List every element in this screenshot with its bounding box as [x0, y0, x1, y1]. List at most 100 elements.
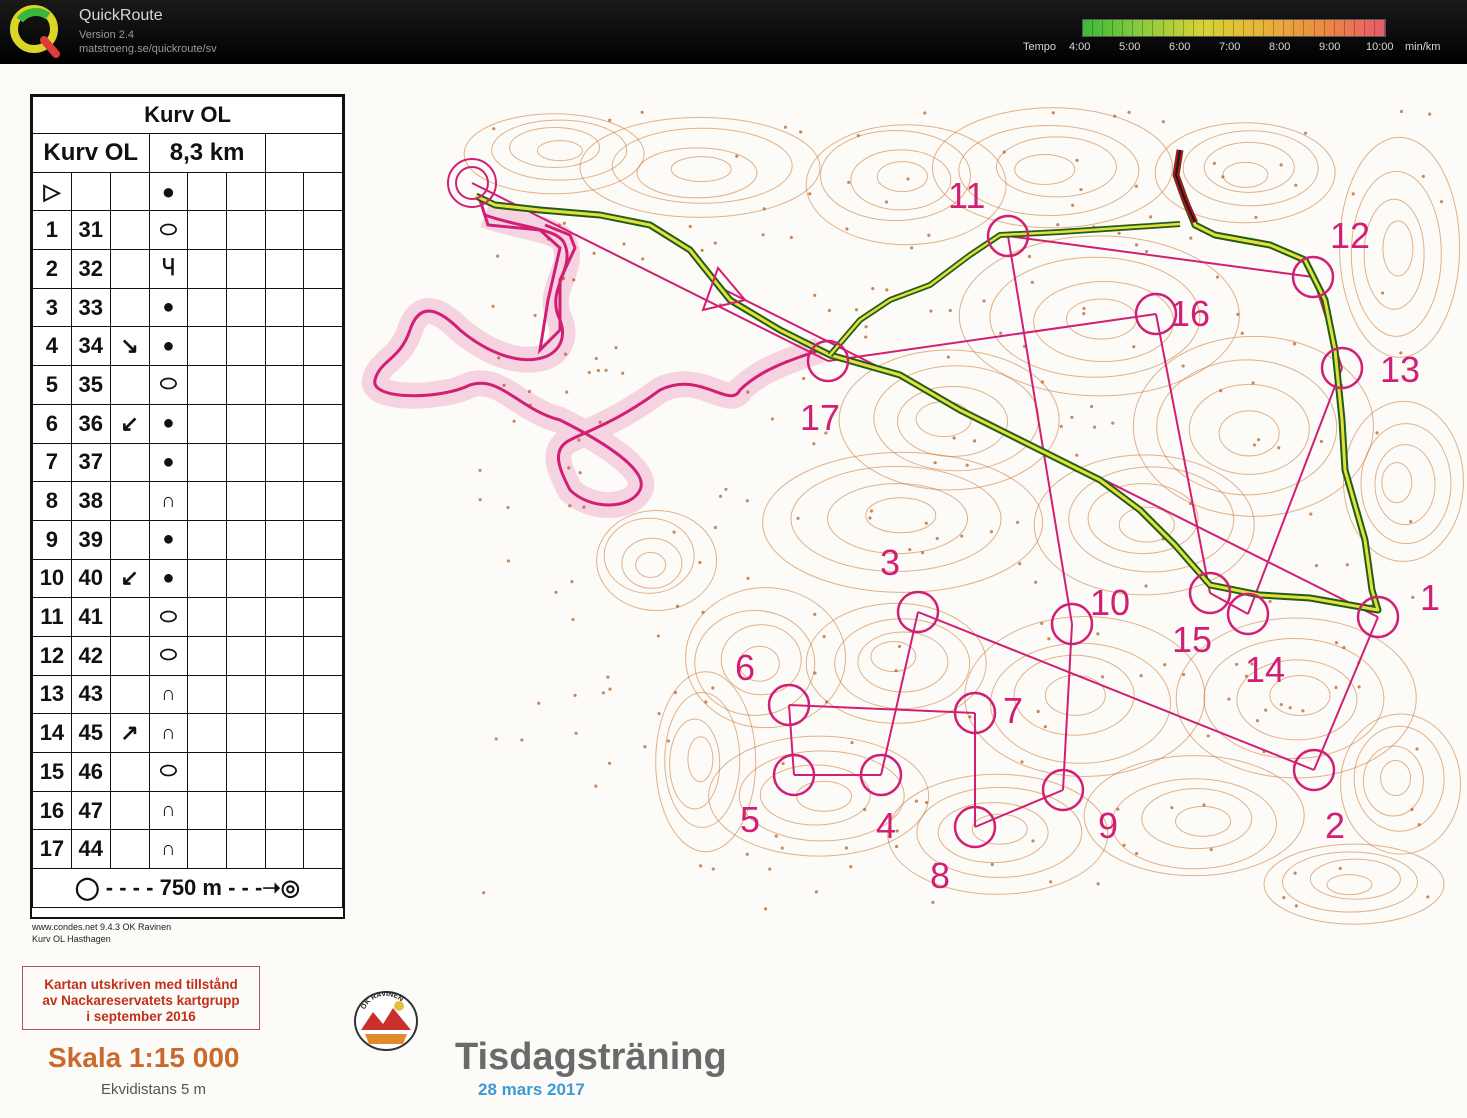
tempo-bar-cell	[1355, 20, 1365, 36]
boulder-dot	[520, 738, 524, 742]
boulder-dot	[948, 308, 952, 313]
legend-cell	[264, 365, 305, 405]
legend-cell	[226, 674, 266, 715]
boulder-dot	[1264, 708, 1268, 712]
tempo-bar-cell	[1304, 20, 1315, 36]
quickroute-logo-icon	[10, 5, 60, 58]
legend-cell	[303, 249, 343, 289]
boulder-dot	[982, 299, 986, 303]
legend-direction-icon	[109, 829, 150, 870]
legend-cell	[187, 752, 227, 792]
legend-control-code: 44	[70, 829, 111, 870]
legend-control-code: 39	[70, 519, 111, 560]
legend-row: 5 35 ⬭	[32, 365, 343, 405]
legend-cell	[187, 365, 227, 405]
permission-notice: Kartan utskriven med tillstånd av Nackar…	[22, 966, 260, 1030]
boulder-dot	[494, 737, 498, 741]
contour-line	[670, 156, 732, 183]
boulder-dot	[713, 525, 718, 530]
app-name: QuickRoute	[79, 7, 163, 24]
boulder-dot	[1071, 203, 1075, 207]
contour-line	[636, 147, 758, 199]
boulder-dot	[496, 254, 500, 258]
boulder-dot	[780, 846, 784, 850]
tempo-tick: 9:00	[1319, 41, 1341, 53]
boulder-dot	[570, 580, 574, 584]
legend-feature-knoll-icon: ∩	[148, 790, 189, 831]
legend-control-number: 5	[32, 365, 72, 405]
legend-feature-ellipse-icon: ⬭	[148, 597, 189, 637]
legend-control-code: 38	[70, 481, 111, 521]
control-number-10: 10	[1090, 582, 1130, 623]
boulder-dot	[1043, 725, 1047, 729]
contour-line	[1363, 198, 1425, 310]
boulder-dot	[1181, 364, 1185, 368]
boulder-dot	[960, 534, 964, 538]
legend-feature-ellipse-icon: ⬭	[148, 210, 189, 251]
boulder-dot	[1268, 599, 1272, 604]
contour-line	[958, 125, 1140, 217]
boulder-dot	[906, 177, 910, 181]
contour-line	[876, 161, 928, 193]
contour-line	[536, 140, 583, 162]
boulder-dot	[621, 371, 625, 375]
boulder-dot	[1279, 702, 1283, 707]
contour-line	[596, 510, 718, 612]
boulder-dot	[799, 130, 803, 134]
boulder-dot	[1040, 380, 1045, 384]
contour-line	[1340, 713, 1462, 855]
legend-row: 12 42 ⬭	[32, 635, 343, 676]
contour-line	[687, 736, 714, 783]
contour-line	[850, 149, 952, 211]
legend-cell	[187, 674, 227, 715]
event-date: 28 mars 2017	[478, 1080, 585, 1099]
boulder-dot	[1111, 421, 1115, 425]
boulder-dot	[601, 691, 606, 695]
boulder-dot	[672, 530, 676, 534]
control-number-1: 1	[1420, 577, 1440, 618]
boulder-dot	[698, 864, 703, 868]
tempo-bar-cell	[1254, 20, 1265, 36]
boulder-dot	[812, 442, 816, 446]
tempo-bar-cell	[1184, 20, 1194, 36]
boulder-dot	[641, 257, 645, 261]
legend-finish-distance: 750 m	[159, 874, 222, 900]
boulder-dot	[1002, 150, 1006, 154]
boulder-dot	[565, 390, 569, 394]
legend-cell	[303, 597, 343, 637]
legend-course-name: Kurv OL	[32, 133, 150, 173]
boulder-dot	[735, 154, 739, 158]
boulder-dot	[989, 530, 994, 534]
boulder-dot	[1334, 685, 1338, 690]
boulder-dot	[914, 799, 919, 803]
boulder-dot	[1319, 439, 1324, 443]
tempo-bar-cell	[1204, 20, 1214, 36]
tempo-bar-cell	[1174, 20, 1184, 36]
legend-course-length: 8,3 km	[148, 133, 266, 173]
boulder-dot	[764, 907, 768, 911]
boulder-dot	[700, 248, 704, 252]
boulder-dot	[768, 867, 772, 871]
gps-route	[474, 149, 1382, 614]
boulder-dot	[482, 891, 486, 895]
boulder-dot	[1227, 697, 1231, 701]
legend-cell	[187, 481, 227, 521]
boulder-dot	[933, 461, 937, 465]
boulder-dot	[1288, 706, 1292, 710]
tempo-bar-cell	[1284, 20, 1295, 36]
contour-line	[635, 551, 667, 578]
boulder-dot	[813, 612, 817, 616]
tempo-bar-cell	[1315, 20, 1325, 36]
control-number-14: 14	[1245, 649, 1285, 690]
legend-cell	[264, 519, 305, 560]
contour-line	[873, 365, 1040, 472]
legend-control-number: 2	[32, 249, 72, 289]
boulder-dot	[578, 471, 582, 475]
contour-line	[1374, 444, 1436, 526]
map-credit: Kurv OL Hasthagen	[32, 934, 111, 944]
legend-row: 1 31 ⬭	[32, 210, 343, 251]
boulder-dot	[562, 221, 567, 225]
boulder-dot	[1132, 345, 1136, 349]
boulder-dot	[713, 241, 717, 245]
boulder-dot	[864, 325, 868, 329]
